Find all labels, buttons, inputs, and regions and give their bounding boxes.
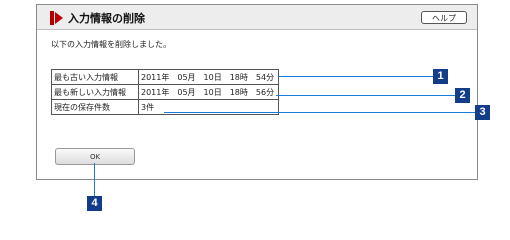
row-value: 2011年 05月 10日 18時 56分 — [138, 84, 279, 100]
delete-info-dialog: 入力情報の削除 ヘルプ 以下の入力情報を削除しました。 最も古い入力情報 201… — [36, 4, 478, 180]
callout-badge-1: 1 — [433, 69, 448, 84]
table-row: 最も古い入力情報 2011年 05月 10日 18時 54分 — [51, 69, 279, 85]
callout-line-4 — [94, 163, 95, 196]
callout-line-3 — [164, 112, 476, 113]
result-message: 以下の入力情報を削除しました。 — [51, 40, 171, 49]
dialog-title: 入力情報の削除 — [68, 12, 145, 25]
dialog-header: 入力情報の削除 ヘルプ — [37, 5, 477, 30]
row-label: 最も新しい入力情報 — [51, 84, 139, 100]
help-button[interactable]: ヘルプ — [421, 11, 467, 24]
callout-line-1 — [278, 76, 434, 77]
callout-badge-2: 2 — [455, 88, 470, 103]
callout-line-2 — [276, 95, 456, 96]
row-label: 最も古い入力情報 — [51, 69, 139, 85]
row-label: 現在の保存件数 — [51, 99, 139, 115]
info-table: 最も古い入力情報 2011年 05月 10日 18時 54分 最も新しい入力情報… — [51, 69, 279, 115]
callout-badge-4: 4 — [87, 196, 102, 211]
callout-badge-3: 3 — [475, 105, 490, 120]
table-row: 最も新しい入力情報 2011年 05月 10日 18時 56分 — [51, 84, 279, 100]
ok-button[interactable]: OK — [55, 148, 135, 165]
row-value: 2011年 05月 10日 18時 54分 — [138, 69, 279, 85]
title-arrow-icon — [50, 11, 66, 25]
